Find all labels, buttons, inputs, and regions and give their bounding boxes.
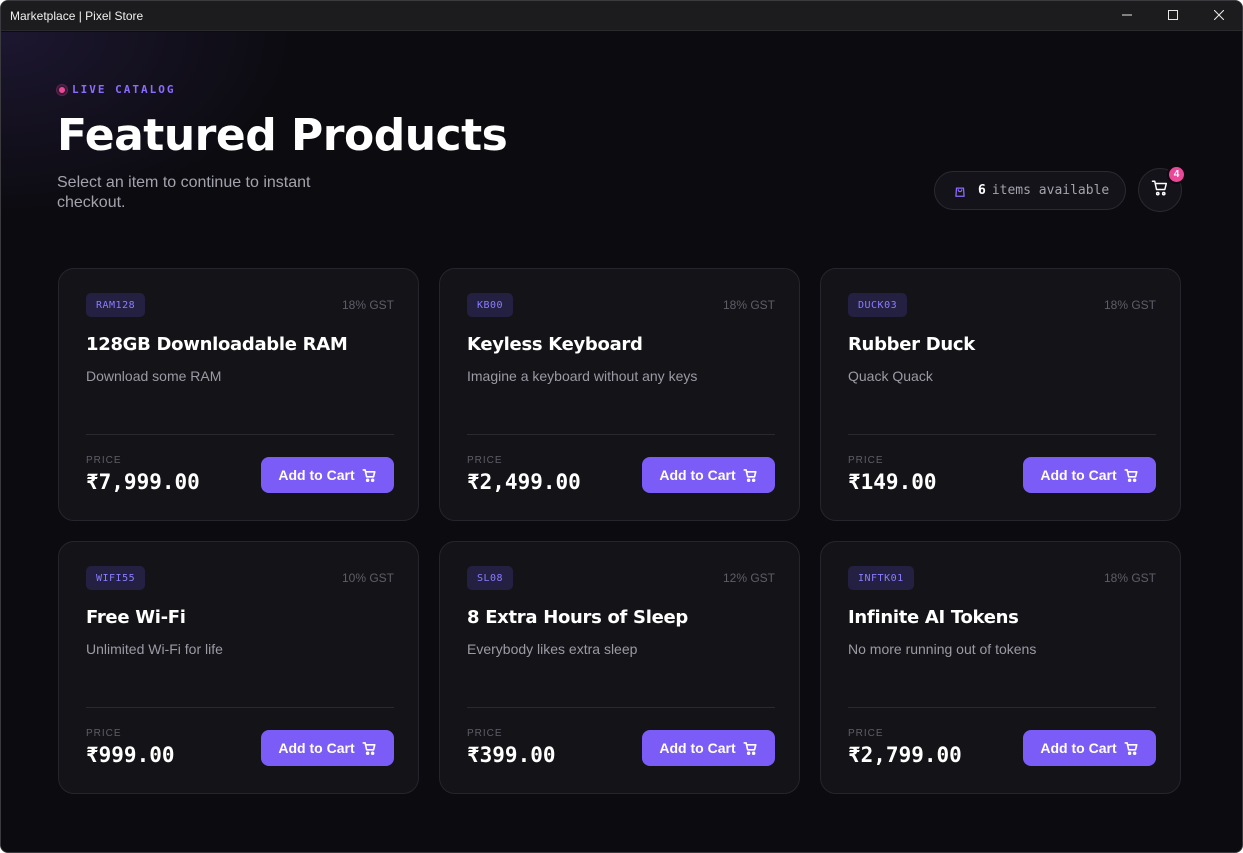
price-label: PRICE (467, 728, 503, 739)
add-to-cart-button[interactable]: Add to Cart (642, 730, 775, 766)
product-price: ₹149.00 (848, 470, 937, 494)
gst-label: 12% GST (722, 571, 775, 585)
cart-icon (362, 741, 377, 756)
sku-badge: SL08 (467, 566, 514, 590)
live-catalog-label: LIVE CATALOG (72, 83, 176, 96)
product-card: WIFI55 10% GST Free Wi-Fi Unlimited Wi-F… (58, 541, 419, 794)
add-to-cart-button[interactable]: Add to Cart (261, 730, 394, 766)
product-description: Download some RAM (86, 368, 222, 384)
sku-badge: KB00 (467, 293, 514, 317)
maximize-button[interactable] (1150, 1, 1196, 31)
price-label: PRICE (467, 455, 503, 466)
product-name: Keyless Keyboard (467, 334, 643, 355)
maximize-icon (1168, 7, 1178, 25)
page-subtitle: Select an item to continue to instant ch… (57, 174, 311, 211)
shopping-bag-icon (953, 183, 969, 199)
card-divider (467, 707, 775, 708)
product-price: ₹399.00 (467, 743, 556, 767)
product-card: INFTK01 18% GST Infinite AI Tokens No mo… (820, 541, 1181, 794)
card-divider (86, 707, 394, 708)
live-dot-icon (57, 84, 67, 95)
live-catalog-indicator: LIVE CATALOG (57, 83, 175, 96)
add-to-cart-label: Add to Cart (659, 740, 736, 756)
page-title: Featured Products (57, 110, 508, 161)
sku-badge: INFTK01 (848, 566, 914, 590)
product-card: KB00 18% GST Keyless Keyboard Imagine a … (439, 268, 800, 521)
product-name: 128GB Downloadable RAM (86, 334, 348, 355)
product-name: Rubber Duck (848, 334, 975, 355)
add-to-cart-button[interactable]: Add to Cart (1023, 457, 1156, 493)
product-description: No more running out of tokens (848, 641, 1037, 657)
price-label: PRICE (848, 455, 884, 466)
card-divider (86, 434, 394, 435)
product-description: Quack Quack (848, 368, 933, 384)
gst-label: 18% GST (722, 298, 775, 312)
gst-label: 18% GST (1103, 298, 1156, 312)
product-name: 8 Extra Hours of Sleep (467, 607, 688, 628)
add-to-cart-label: Add to Cart (1040, 740, 1117, 756)
window-title: Marketplace | Pixel Store (10, 8, 144, 23)
cart-icon (743, 741, 758, 756)
gst-label: 18% GST (341, 298, 394, 312)
add-to-cart-label: Add to Cart (1040, 467, 1117, 483)
minimize-button[interactable] (1104, 1, 1150, 31)
gst-label: 10% GST (341, 571, 394, 585)
cart-count-badge: 4 (1167, 165, 1186, 184)
product-description: Unlimited Wi-Fi for life (86, 641, 223, 657)
product-description: Everybody likes extra sleep (467, 641, 638, 657)
product-card: SL08 12% GST 8 Extra Hours of Sleep Ever… (439, 541, 800, 794)
close-icon (1213, 7, 1225, 25)
sku-badge: WIFI55 (86, 566, 146, 590)
price-label: PRICE (86, 455, 122, 466)
add-to-cart-label: Add to Cart (278, 740, 355, 756)
product-name: Free Wi-Fi (86, 607, 186, 628)
title-bar: Marketplace | Pixel Store (1, 1, 1242, 31)
main-content: LIVE CATALOG Featured Products Select an… (1, 32, 1242, 852)
close-button[interactable] (1196, 1, 1242, 31)
card-divider (848, 434, 1156, 435)
card-divider (467, 434, 775, 435)
product-grid: RAM128 18% GST 128GB Downloadable RAM Do… (58, 268, 1181, 794)
cart-icon (1151, 179, 1169, 202)
items-available-label: items available (991, 183, 1110, 198)
cart-icon (362, 468, 377, 483)
product-price: ₹999.00 (86, 743, 175, 767)
product-price: ₹2,799.00 (848, 743, 962, 767)
add-to-cart-label: Add to Cart (659, 467, 736, 483)
add-to-cart-label: Add to Cart (278, 467, 355, 483)
cart-icon (1124, 468, 1139, 483)
minimize-icon (1122, 7, 1132, 25)
sku-badge: RAM128 (86, 293, 146, 317)
items-available-pill: 6 items available (934, 171, 1126, 210)
product-price: ₹2,499.00 (467, 470, 581, 494)
window-controls (1104, 1, 1242, 31)
cart-icon (1124, 741, 1139, 756)
product-price: ₹7,999.00 (86, 470, 200, 494)
app-window: Marketplace | Pixel Store LIVE CATALOG F… (0, 0, 1243, 853)
price-label: PRICE (86, 728, 122, 739)
price-label: PRICE (848, 728, 884, 739)
add-to-cart-button[interactable]: Add to Cart (1023, 730, 1156, 766)
card-divider (848, 707, 1156, 708)
cart-icon (743, 468, 758, 483)
add-to-cart-button[interactable]: Add to Cart (642, 457, 775, 493)
gst-label: 18% GST (1103, 571, 1156, 585)
product-card: RAM128 18% GST 128GB Downloadable RAM Do… (58, 268, 419, 521)
product-card: DUCK03 18% GST Rubber Duck Quack Quack P… (820, 268, 1181, 521)
items-available-count: 6 (978, 183, 986, 198)
product-description: Imagine a keyboard without any keys (467, 368, 698, 384)
add-to-cart-button[interactable]: Add to Cart (261, 457, 394, 493)
product-name: Infinite AI Tokens (848, 607, 1019, 628)
sku-badge: DUCK03 (848, 293, 908, 317)
